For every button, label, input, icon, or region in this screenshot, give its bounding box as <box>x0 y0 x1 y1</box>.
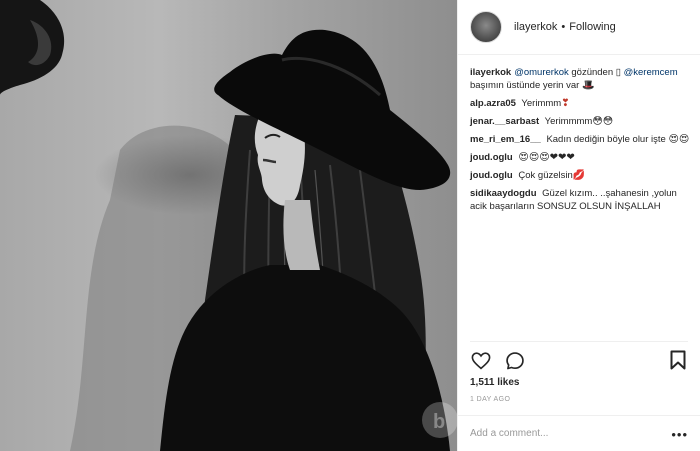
comment-emoji: 😍😍 <box>668 134 690 145</box>
comment-item: jenar.__sarbast Yerimmmm😳😳 <box>470 115 692 128</box>
caption: ilayerkok @omurerkok gözünden ▯ @keremcem… <box>470 66 692 92</box>
comment-username[interactable]: ilayerkok <box>470 67 511 78</box>
comment-emoji: 🎩 <box>581 80 595 91</box>
post-author-username[interactable]: ilayerkok <box>514 21 557 33</box>
save-button[interactable] <box>670 350 690 372</box>
like-button[interactable] <box>470 350 492 372</box>
comment-text: Yerimmm <box>521 98 562 109</box>
post-timestamp[interactable]: 1 DAY AGO <box>470 396 510 403</box>
comment-emoji: 💋 <box>572 170 586 181</box>
comment-item: joud.oglu Çok güzelsin💋 <box>470 169 692 182</box>
post-detail-panel: ilayerkok • Following ilayerkok @omurerko… <box>457 0 700 451</box>
divider <box>470 341 688 342</box>
comment-username[interactable]: me_ri_em_16__ <box>470 134 541 145</box>
comment-emoji: 😳😳 <box>592 116 614 127</box>
comment-text: Kadın dediğin böyle olur işte <box>546 134 666 145</box>
following-button[interactable]: Following <box>569 21 615 33</box>
comment-icon <box>506 352 524 370</box>
comment-item: me_ri_em_16__ Kadın dediğin böyle olur i… <box>470 133 692 146</box>
comment-username[interactable]: alp.azra05 <box>470 98 516 109</box>
photo-illustration: b <box>0 0 457 451</box>
post-header: ilayerkok • Following <box>458 0 700 55</box>
comment-username[interactable]: jenar.__sarbast <box>470 116 539 127</box>
comment-username[interactable]: sidikaaydogdu <box>470 188 537 199</box>
action-bar <box>470 350 526 372</box>
comment-text: başımın üstünde yerin var <box>470 80 582 91</box>
mention-link[interactable]: @omurerkok <box>514 67 569 78</box>
more-options-icon[interactable]: ••• <box>671 427 688 442</box>
add-comment-bar: ••• <box>458 415 700 451</box>
comment-text: gözünden ▯ <box>568 67 624 78</box>
header-separator: • <box>561 21 566 33</box>
svg-text:b: b <box>433 411 445 433</box>
comment-item: sidikaaydogdu Güzel kızım.. ..şahanesin … <box>470 187 692 213</box>
comment-list: ilayerkok @omurerkok gözünden ▯ @keremcem… <box>470 66 692 218</box>
comment-username[interactable]: joud.oglu <box>470 170 513 181</box>
like-count[interactable]: 1,511 likes <box>470 377 520 388</box>
comment-text: Çok güzelsin <box>518 170 573 181</box>
comment-emoji: ❣ <box>561 98 570 109</box>
comment-text: Yerimmmm <box>544 116 593 127</box>
bookmark-icon <box>670 350 686 370</box>
mention-link[interactable]: @keremcem <box>624 67 678 78</box>
comment-emoji: 😍😍😍❤❤❤ <box>518 152 575 163</box>
comment-item: alp.azra05 Yerimmm❣ <box>470 97 692 110</box>
heart-icon <box>471 352 491 370</box>
add-comment-input[interactable] <box>470 416 670 450</box>
comment-username[interactable]: joud.oglu <box>470 152 513 163</box>
comment-button[interactable] <box>504 350 526 372</box>
comment-item: joud.oglu 😍😍😍❤❤❤ <box>470 151 692 164</box>
avatar[interactable] <box>470 11 502 43</box>
post-photo[interactable]: b <box>0 0 457 451</box>
